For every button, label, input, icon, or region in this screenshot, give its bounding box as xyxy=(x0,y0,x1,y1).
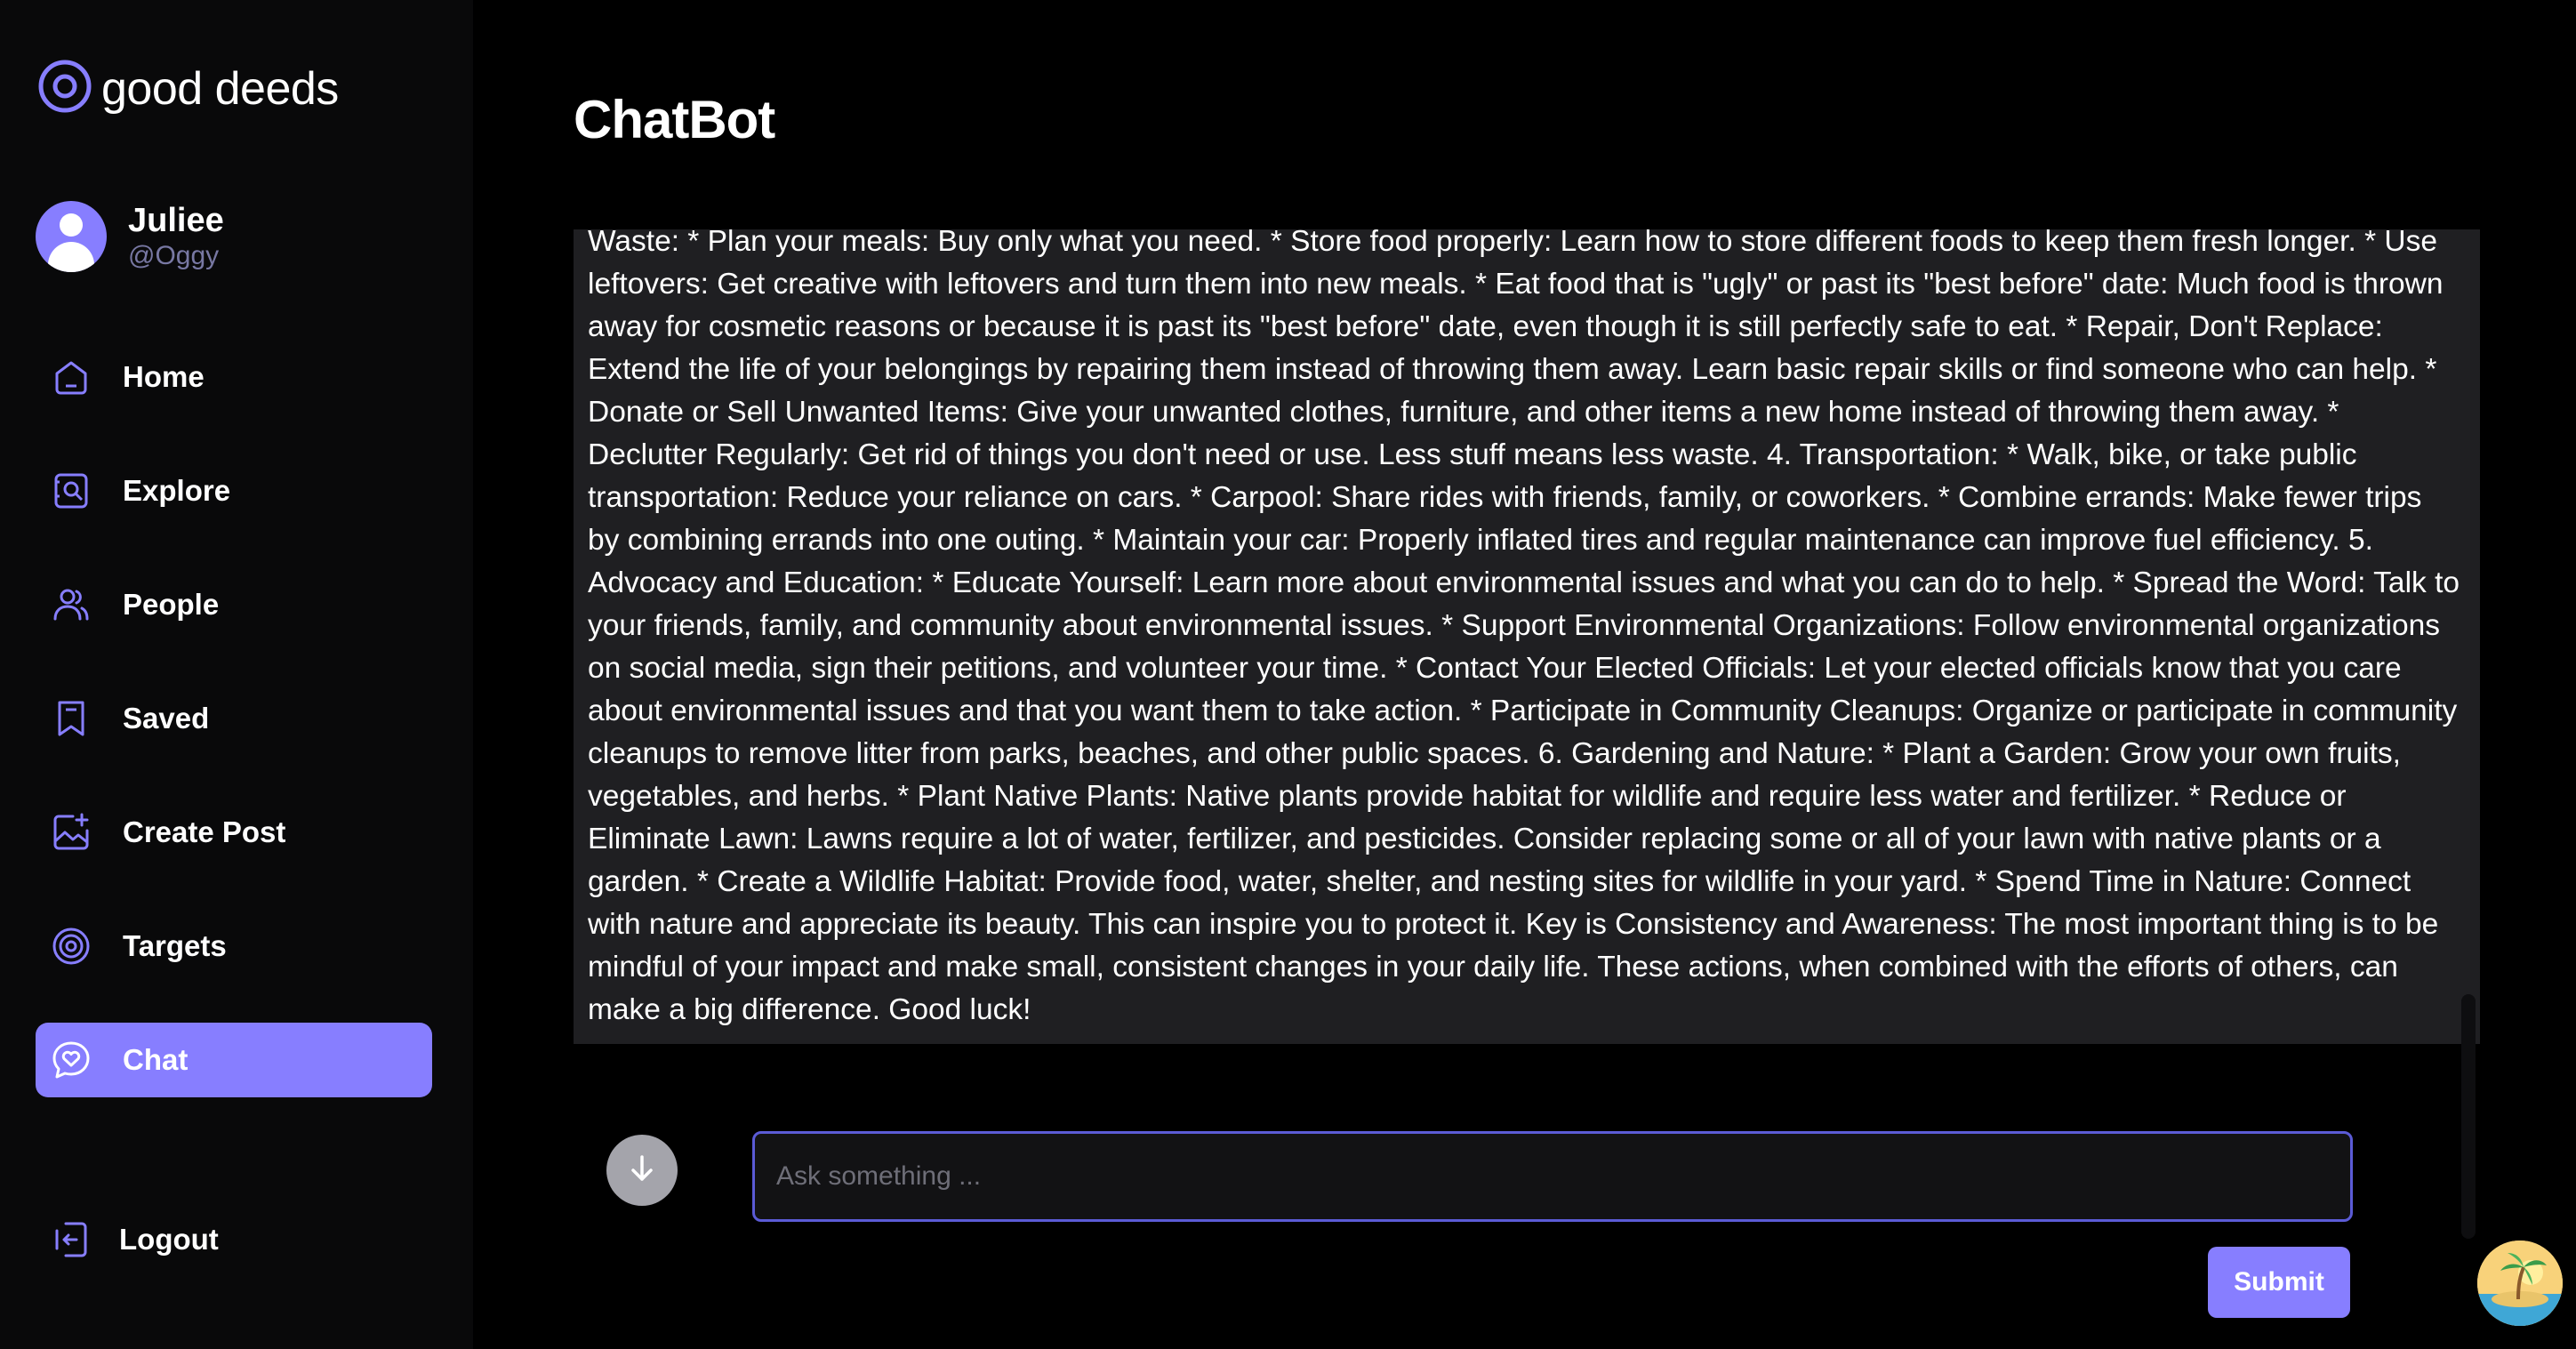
arrow-down-icon xyxy=(625,1152,659,1190)
sidebar-item-saved[interactable]: Saved xyxy=(36,681,432,756)
sidebar-item-targets[interactable]: Targets xyxy=(36,909,432,984)
chat-message-area[interactable]: Waste: * Plan your meals: Buy only what … xyxy=(574,229,2480,1044)
bookmark-icon xyxy=(50,697,92,740)
user-name: Juliee xyxy=(128,202,224,239)
sidebar-nav: Home Explore People Saved Create Post Ta… xyxy=(36,340,432,1136)
user-handle: @Oggy xyxy=(128,241,220,270)
user-profile[interactable]: Juliee @Oggy xyxy=(36,201,224,272)
scroll-down-button[interactable] xyxy=(606,1135,678,1206)
logo-text: good deeds xyxy=(101,62,339,115)
people-icon xyxy=(50,583,92,626)
sidebar-item-label: Targets xyxy=(123,929,227,962)
target-icon xyxy=(50,925,92,968)
sidebar-item-label: Home xyxy=(123,360,205,393)
logout-label: Logout xyxy=(119,1223,219,1256)
sidebar-item-chat[interactable]: Chat xyxy=(36,1023,432,1097)
page-title: ChatBot xyxy=(574,90,775,149)
sidebar-item-label: Saved xyxy=(123,702,210,735)
sidebar: good deeds Juliee @Oggy Home Explore Peo… xyxy=(0,0,473,1349)
sidebar-item-people[interactable]: People xyxy=(36,567,432,642)
sidebar-item-label: Create Post xyxy=(123,815,286,848)
beach-island-icon xyxy=(2477,1241,2563,1326)
sidebar-item-home[interactable]: Home xyxy=(36,340,432,414)
sidebar-item-label: People xyxy=(123,588,220,621)
create-post-icon xyxy=(50,811,92,854)
home-icon xyxy=(50,356,92,398)
floating-action-button[interactable] xyxy=(2477,1241,2563,1326)
sidebar-item-label: Explore xyxy=(123,474,231,507)
avatar xyxy=(36,201,107,272)
chat-heart-icon xyxy=(50,1039,92,1081)
logo[interactable]: good deeds xyxy=(37,59,339,118)
submit-button[interactable]: Submit xyxy=(2208,1247,2350,1318)
logout-icon xyxy=(50,1218,92,1261)
sidebar-item-create-post[interactable]: Create Post xyxy=(36,795,432,870)
explore-icon xyxy=(50,470,92,512)
scrollbar[interactable] xyxy=(2461,994,2476,1239)
sidebar-item-explore[interactable]: Explore xyxy=(36,454,432,528)
chat-input[interactable] xyxy=(752,1131,2353,1222)
sidebar-item-label: Chat xyxy=(123,1043,189,1076)
logout-button[interactable]: Logout xyxy=(50,1202,219,1277)
logo-icon xyxy=(37,59,92,118)
bot-message: Waste: * Plan your meals: Buy only what … xyxy=(588,229,2460,1026)
